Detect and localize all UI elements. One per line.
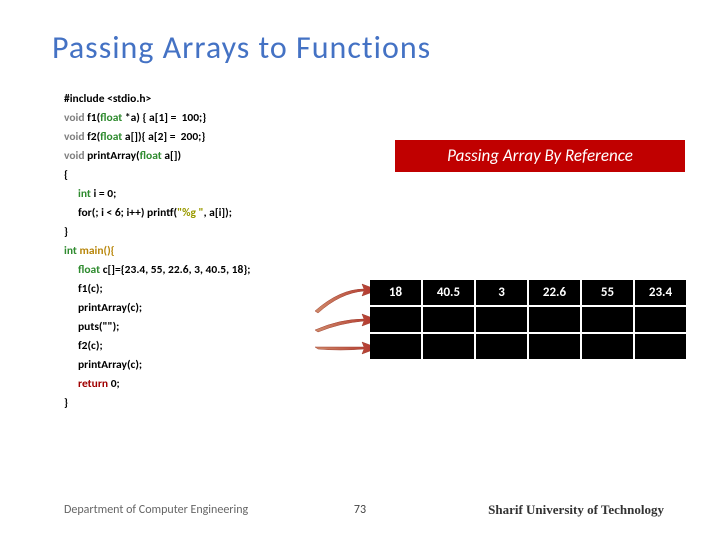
table-row bbox=[370, 334, 686, 359]
code-line: void f1(float *a) { a[1] = 100;} bbox=[64, 109, 250, 128]
code-line: int main(){ bbox=[64, 242, 250, 261]
code-line: puts(""); bbox=[64, 318, 250, 337]
table-cell bbox=[423, 307, 474, 332]
code-line: void printArray(float a[]) bbox=[64, 147, 250, 166]
code-line: printArray(c); bbox=[64, 356, 250, 375]
code-line: for(; i < 6; i++) printf("%g ", a[i]); bbox=[64, 204, 250, 223]
code-line: printArray(c); bbox=[64, 299, 250, 318]
table-cell: 55 bbox=[582, 280, 633, 305]
page-number: 73 bbox=[354, 503, 366, 517]
callout-badge: Passing Array By Reference bbox=[395, 140, 685, 172]
table-row: 18 40.5 3 22.6 55 23.4 bbox=[370, 280, 686, 305]
code-line: { bbox=[64, 166, 250, 185]
table-cell: 3 bbox=[476, 280, 527, 305]
code-line: f2(c); bbox=[64, 337, 250, 356]
table-cell bbox=[370, 334, 421, 359]
table-cell bbox=[476, 307, 527, 332]
table-cell bbox=[529, 307, 580, 332]
code-line: return 0; bbox=[64, 375, 250, 394]
table-cell: 23.4 bbox=[635, 280, 686, 305]
table-cell bbox=[476, 334, 527, 359]
footer: Department of Computer Engineering 73 Sh… bbox=[0, 502, 720, 518]
table-cell: 18 bbox=[370, 280, 421, 305]
table-cell bbox=[582, 334, 633, 359]
array-table: 18 40.5 3 22.6 55 23.4 bbox=[370, 280, 686, 361]
table-cell: 22.6 bbox=[529, 280, 580, 305]
table-cell bbox=[635, 307, 686, 332]
code-line: } bbox=[64, 223, 250, 242]
code-block: #include <stdio.h> void f1(float *a) { a… bbox=[64, 90, 250, 412]
code-line: #include <stdio.h> bbox=[64, 90, 250, 109]
table-row bbox=[370, 307, 686, 332]
footer-university: Sharif University of Technology bbox=[488, 502, 664, 518]
table-cell: 40.5 bbox=[423, 280, 474, 305]
footer-department: Department of Computer Engineering bbox=[64, 503, 248, 517]
code-line: } bbox=[64, 394, 250, 413]
code-line: int i = 0; bbox=[64, 185, 250, 204]
table-cell bbox=[582, 307, 633, 332]
table-cell bbox=[423, 334, 474, 359]
code-line: f1(c); bbox=[64, 280, 250, 299]
code-line: float c[]={23.4, 55, 22.6, 3, 40.5, 18}; bbox=[64, 261, 250, 280]
page-title: Passing Arrays to Functions bbox=[52, 28, 431, 67]
table-cell bbox=[529, 334, 580, 359]
code-line: void f2(float a[]){ a[2] = 200;} bbox=[64, 128, 250, 147]
table-cell bbox=[370, 307, 421, 332]
table-cell bbox=[635, 334, 686, 359]
